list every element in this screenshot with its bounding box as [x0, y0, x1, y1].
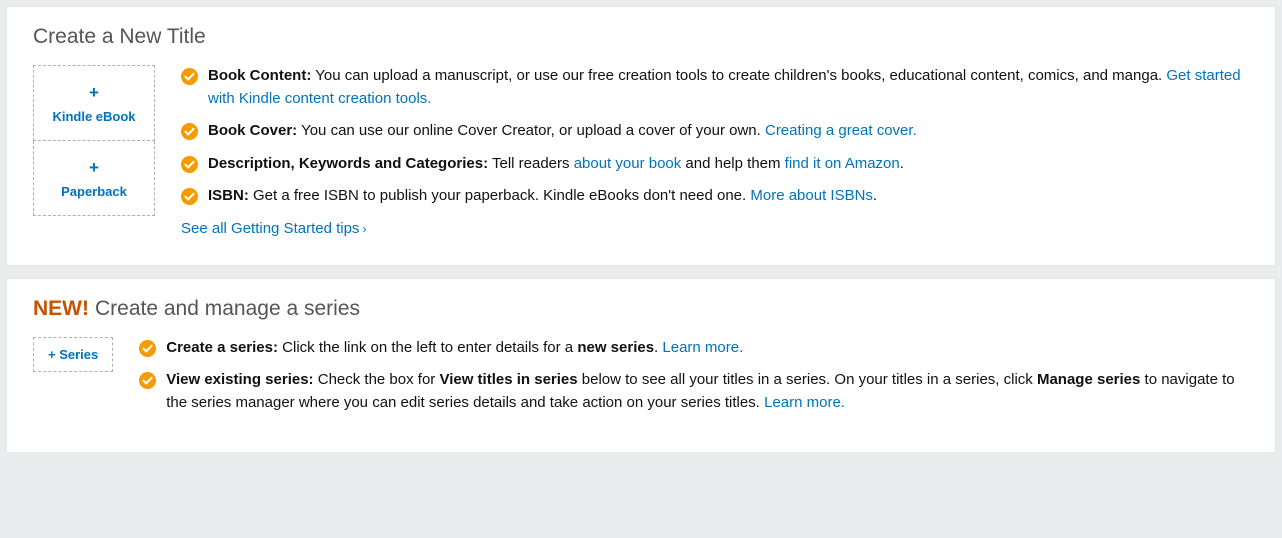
- new-badge: NEW!: [33, 297, 89, 320]
- create-kindle-ebook-tile[interactable]: + Kindle eBook: [33, 65, 155, 141]
- panel-title: Create a New Title: [33, 25, 1251, 49]
- tile-column: + Kindle eBook + Paperback: [33, 65, 155, 216]
- text: and help them: [681, 155, 784, 172]
- chevron-right-icon: ›: [362, 222, 366, 236]
- label: Book Cover:: [208, 122, 297, 139]
- info-text: Description, Keywords and Categories: Te…: [208, 153, 1251, 176]
- info-row-book-content: Book Content: You can upload a manuscrip…: [181, 65, 1251, 110]
- label: Book Content:: [208, 67, 311, 84]
- link-more-about-isbns[interactable]: More about ISBNs: [750, 187, 873, 204]
- text: Check the box for: [314, 371, 440, 388]
- text: Tell readers: [488, 155, 574, 172]
- bold-text: new series: [577, 339, 654, 356]
- text: Get a free ISBN to publish your paperbac…: [249, 187, 751, 204]
- tile-column: + Series: [33, 337, 113, 372]
- panel-body: + Series Create a series: Click the link…: [33, 337, 1251, 425]
- see-all-label: See all Getting Started tips: [181, 220, 359, 237]
- link-learn-more-create[interactable]: Learn more.: [662, 339, 743, 356]
- check-icon: [139, 340, 156, 357]
- create-series-tile[interactable]: + Series: [33, 337, 113, 372]
- info-text: Book Content: You can upload a manuscrip…: [208, 65, 1251, 110]
- info-row-isbn: ISBN: Get a free ISBN to publish your pa…: [181, 185, 1251, 208]
- title-text: Create and manage a series: [95, 297, 360, 320]
- info-row-book-cover: Book Cover: You can use our online Cover…: [181, 120, 1251, 143]
- text: You can use our online Cover Creator, or…: [297, 122, 765, 139]
- bold-text: Manage series: [1037, 371, 1140, 388]
- label: View existing series:: [166, 371, 313, 388]
- panel-title: NEW! Create and manage a series: [33, 297, 1251, 321]
- plus-icon: +: [38, 84, 150, 101]
- label: Description, Keywords and Categories:: [208, 155, 488, 172]
- link-see-all-tips[interactable]: See all Getting Started tips›: [181, 220, 366, 237]
- info-text: ISBN: Get a free ISBN to publish your pa…: [208, 185, 1251, 208]
- bold-text: View titles in series: [439, 371, 577, 388]
- create-title-panel: Create a New Title + Kindle eBook + Pape…: [6, 6, 1276, 266]
- tile-label: Paperback: [61, 184, 127, 199]
- tile-label: Kindle eBook: [52, 109, 135, 124]
- create-paperback-tile[interactable]: + Paperback: [33, 141, 155, 216]
- info-list: Book Content: You can upload a manuscrip…: [181, 65, 1251, 237]
- tile-label: + Series: [48, 347, 98, 362]
- text: You can upload a manuscript, or use our …: [311, 67, 1166, 84]
- label: ISBN:: [208, 187, 249, 204]
- info-text: View existing series: Check the box for …: [166, 369, 1251, 414]
- create-series-panel: NEW! Create and manage a series + Series …: [6, 278, 1276, 454]
- link-learn-more-view[interactable]: Learn more.: [764, 394, 845, 411]
- check-icon: [181, 68, 198, 85]
- info-text: Book Cover: You can use our online Cover…: [208, 120, 1251, 143]
- info-text: Create a series: Click the link on the l…: [166, 337, 1251, 360]
- info-row-description: Description, Keywords and Categories: Te…: [181, 153, 1251, 176]
- info-list: Create a series: Click the link on the l…: [139, 337, 1251, 425]
- check-icon: [181, 188, 198, 205]
- plus-icon: +: [38, 159, 150, 176]
- text: below to see all your titles in a series…: [578, 371, 1037, 388]
- text: .: [900, 155, 904, 172]
- link-about-your-book[interactable]: about your book: [574, 155, 682, 172]
- text: Click the link on the left to enter deta…: [278, 339, 577, 356]
- info-row-view-series: View existing series: Check the box for …: [139, 369, 1251, 414]
- text: .: [873, 187, 877, 204]
- link-great-cover[interactable]: Creating a great cover.: [765, 122, 917, 139]
- check-icon: [181, 123, 198, 140]
- panel-body: + Kindle eBook + Paperback Book Content:…: [33, 65, 1251, 237]
- label: Create a series:: [166, 339, 278, 356]
- check-icon: [139, 372, 156, 389]
- link-find-on-amazon[interactable]: find it on Amazon: [785, 155, 900, 172]
- info-row-create-series: Create a series: Click the link on the l…: [139, 337, 1251, 360]
- check-icon: [181, 156, 198, 173]
